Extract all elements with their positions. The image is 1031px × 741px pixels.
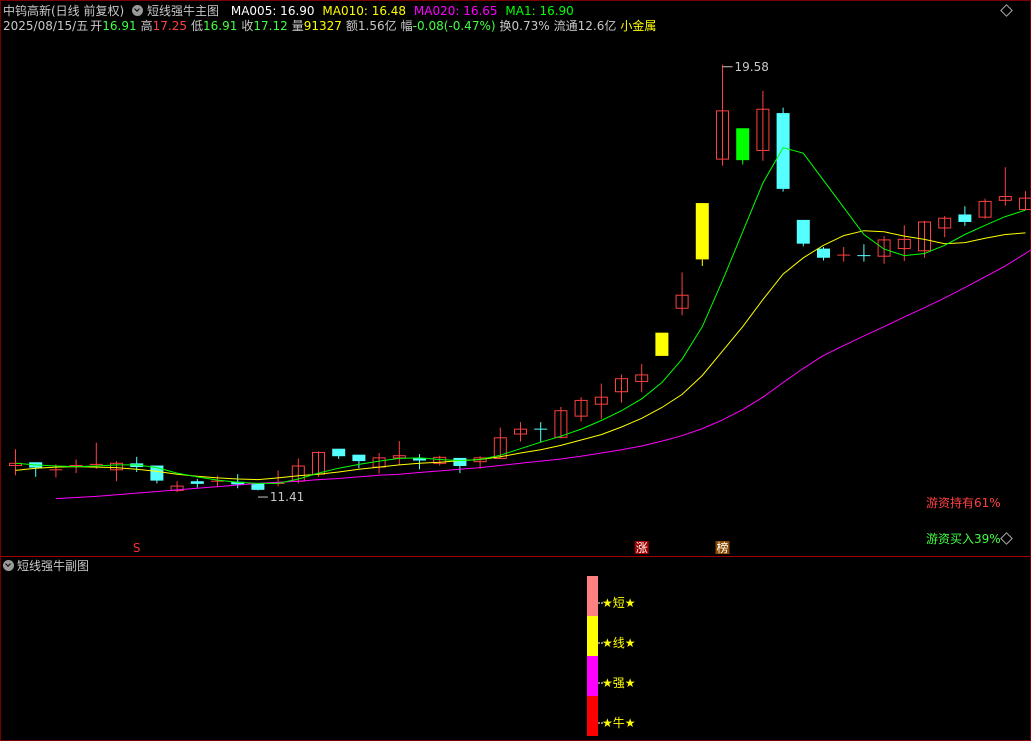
candle-body [352,454,366,462]
candle-body [736,128,750,161]
ma10-line [15,230,1026,481]
high-label: 19.58 [735,60,769,74]
candle-body [150,465,164,481]
candle-body [776,113,790,189]
panel-divider [1,556,1030,557]
candle-body [332,448,346,457]
marker-bang: 榜 [716,540,728,555]
candle-body [796,219,810,244]
candle-body [958,214,972,222]
candle-body [655,332,669,356]
main-chart[interactable]: 19.58 11.41 S 涨 榜 [0,0,1031,556]
candle-body [453,457,467,466]
hot-money-hold: 游资持有61% [926,496,1001,510]
ma20-line [55,249,1031,500]
candle-body [251,483,265,490]
sub-panel-title: 短线强牛副图 [17,559,90,573]
chevron-down-icon[interactable] [3,560,14,571]
candle-body [190,481,204,484]
marker-zhang: 涨 [636,540,648,555]
candle-body [695,203,709,260]
low-label: 11.41 [270,490,304,504]
hot-money-buy: 游资买入39% [926,532,1001,546]
sub-panel-header: 短线强牛副图 [3,558,89,574]
candle-body [817,248,830,258]
marker-s: S [133,541,141,555]
